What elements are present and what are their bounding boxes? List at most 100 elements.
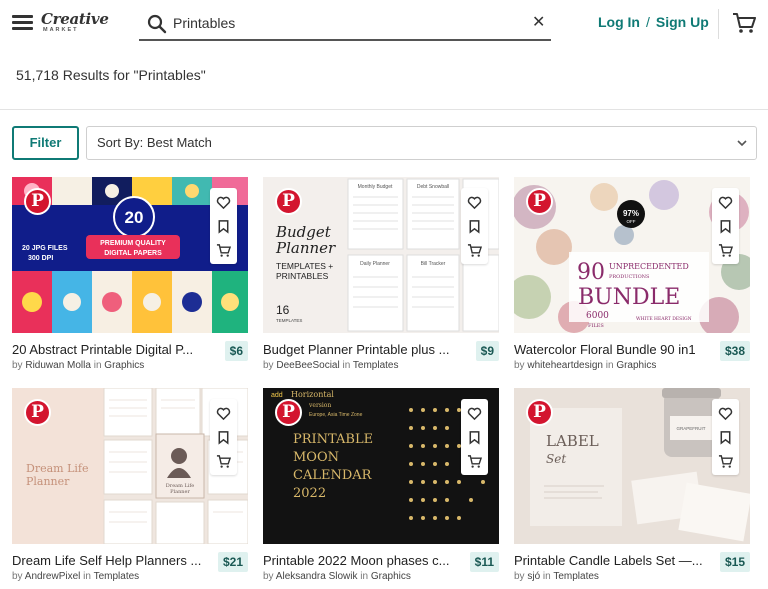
thumb-text: Europe, Asia Time Zone xyxy=(309,412,363,418)
thumb-text: GRAPEFRUIT xyxy=(676,426,705,431)
add-to-cart-icon[interactable] xyxy=(718,243,733,258)
search-icon[interactable] xyxy=(147,14,167,34)
category-link[interactable]: Templates xyxy=(94,571,140,582)
creative-market-logo[interactable]: Creative MARKET xyxy=(41,10,109,40)
add-to-cart-icon[interactable] xyxy=(216,243,231,258)
product-card: LABEL Set GRAPEFRUIT P Printable Candle … xyxy=(514,388,750,586)
thumb-text: Bill Tracker xyxy=(421,261,446,267)
thumb-text: Planner xyxy=(275,239,336,257)
pinterest-icon[interactable]: P xyxy=(24,399,51,426)
bookmark-icon[interactable] xyxy=(718,430,733,445)
heart-icon[interactable] xyxy=(216,406,231,421)
thumb-text: 6000 xyxy=(586,311,609,321)
sort-select[interactable]: Sort By: Best Match xyxy=(86,126,757,160)
product-card: Monthly Budget Debt Snowball Daily Plann… xyxy=(263,177,499,375)
heart-icon[interactable] xyxy=(216,195,231,210)
thumb-text: FILES xyxy=(588,323,604,329)
author-link[interactable]: Riduwan Molla xyxy=(25,360,91,371)
search-input[interactable] xyxy=(173,12,513,34)
chevron-down-icon xyxy=(737,140,747,147)
bookmark-icon[interactable] xyxy=(718,219,733,234)
thumb-text: 20 JPG FILES xyxy=(22,245,68,252)
category-link[interactable]: Graphics xyxy=(371,571,411,582)
bookmark-icon[interactable] xyxy=(216,430,231,445)
product-title[interactable]: 20 Abstract Printable Digital P... xyxy=(12,342,208,357)
divider xyxy=(718,9,719,39)
thumb-text: Planner xyxy=(26,475,70,488)
thumb-text: Planner xyxy=(170,489,190,495)
product-title[interactable]: Budget Planner Printable plus ... xyxy=(263,342,459,357)
product-card: 20 PREMIUM QUALITY DIGITAL PAPERS 20 JPG… xyxy=(12,177,248,375)
product-byline: by whiteheartdesign in Graphics xyxy=(514,360,657,371)
byline-in: in xyxy=(360,571,369,582)
filter-button[interactable]: Filter xyxy=(12,126,79,160)
search-bar: ✕ xyxy=(139,6,551,41)
pinterest-icon[interactable]: P xyxy=(275,188,302,215)
thumb-text: BUNDLE xyxy=(578,285,680,310)
thumb-text: Monthly Budget xyxy=(358,184,393,190)
pinterest-icon[interactable]: P xyxy=(526,399,553,426)
thumb-text: PRINTABLE xyxy=(293,432,373,447)
cart-icon[interactable] xyxy=(732,12,756,34)
pinterest-icon[interactable]: P xyxy=(24,188,51,215)
product-card: add Horizontal version Europe, Asia Time… xyxy=(263,388,499,586)
product-title[interactable]: Dream Life Self Help Planners ... xyxy=(12,553,208,568)
bookmark-icon[interactable] xyxy=(467,430,482,445)
pinterest-icon[interactable]: P xyxy=(526,188,553,215)
price-badge: $15 xyxy=(719,552,750,572)
product-title[interactable]: Printable Candle Labels Set —... xyxy=(514,553,710,568)
product-byline: by sjó in Templates xyxy=(514,571,599,582)
thumb-text: Dream Life xyxy=(26,462,88,475)
thumb-text: Debt Snowball xyxy=(417,184,449,190)
results-count: 51,718 Results for "Printables" xyxy=(16,67,206,83)
author-link[interactable]: whiteheartdesign xyxy=(527,360,603,371)
author-link[interactable]: Aleksandra Slowik xyxy=(276,571,358,582)
add-to-cart-icon[interactable] xyxy=(467,454,482,469)
thumb-text: version xyxy=(308,402,331,409)
card-actions xyxy=(210,399,237,475)
category-link[interactable]: Graphics xyxy=(104,360,144,371)
product-card: Dream Life Planner Dream Life Planner P … xyxy=(12,388,248,586)
login-link[interactable]: Log In xyxy=(598,14,640,30)
product-card: 97% OFF 90 UNPRECEDENTED PRODUCTIONS BUN… xyxy=(514,177,750,375)
top-nav: Creative MARKET ✕ Log In / Sign Up xyxy=(0,0,768,48)
divider xyxy=(0,109,768,110)
heart-icon[interactable] xyxy=(718,195,733,210)
thumb-text: WHITE HEART DESIGN xyxy=(636,316,692,322)
card-actions xyxy=(461,399,488,475)
auth-separator: / xyxy=(646,14,650,30)
heart-icon[interactable] xyxy=(718,406,733,421)
product-byline: by DeeBeeSocial in Templates xyxy=(263,360,399,371)
author-link[interactable]: DeeBeeSocial xyxy=(276,360,339,371)
thumb-text: PRINTABLES xyxy=(276,271,329,281)
author-link[interactable]: sjó xyxy=(527,571,540,582)
category-link[interactable]: Templates xyxy=(353,360,399,371)
card-actions xyxy=(461,188,488,264)
product-title[interactable]: Watercolor Floral Bundle 90 in1 xyxy=(514,342,710,357)
thumb-text: MOON xyxy=(293,450,339,465)
pinterest-icon[interactable]: P xyxy=(275,399,302,426)
signup-link[interactable]: Sign Up xyxy=(656,14,709,30)
close-icon[interactable]: ✕ xyxy=(532,15,548,31)
price-badge: $9 xyxy=(475,341,499,361)
author-link[interactable]: AndrewPixel xyxy=(25,571,81,582)
product-byline: by Riduwan Molla in Graphics xyxy=(12,360,145,371)
menu-icon[interactable] xyxy=(12,15,33,31)
bookmark-icon[interactable] xyxy=(216,219,231,234)
price-badge: $11 xyxy=(469,552,499,572)
card-actions xyxy=(712,399,739,475)
price-badge: $21 xyxy=(217,552,248,572)
add-to-cart-icon[interactable] xyxy=(216,454,231,469)
heart-icon[interactable] xyxy=(467,406,482,421)
byline-in: in xyxy=(605,360,614,371)
heart-icon[interactable] xyxy=(467,195,482,210)
category-link[interactable]: Graphics xyxy=(616,360,656,371)
thumb-text: 90 xyxy=(577,260,605,285)
product-title[interactable]: Printable 2022 Moon phases c... xyxy=(263,553,459,568)
add-to-cart-icon[interactable] xyxy=(718,454,733,469)
thumb-text: TEMPLATES + xyxy=(276,261,333,271)
bookmark-icon[interactable] xyxy=(467,219,482,234)
byline-in: in xyxy=(542,571,551,582)
add-to-cart-icon[interactable] xyxy=(467,243,482,258)
category-link[interactable]: Templates xyxy=(553,571,599,582)
